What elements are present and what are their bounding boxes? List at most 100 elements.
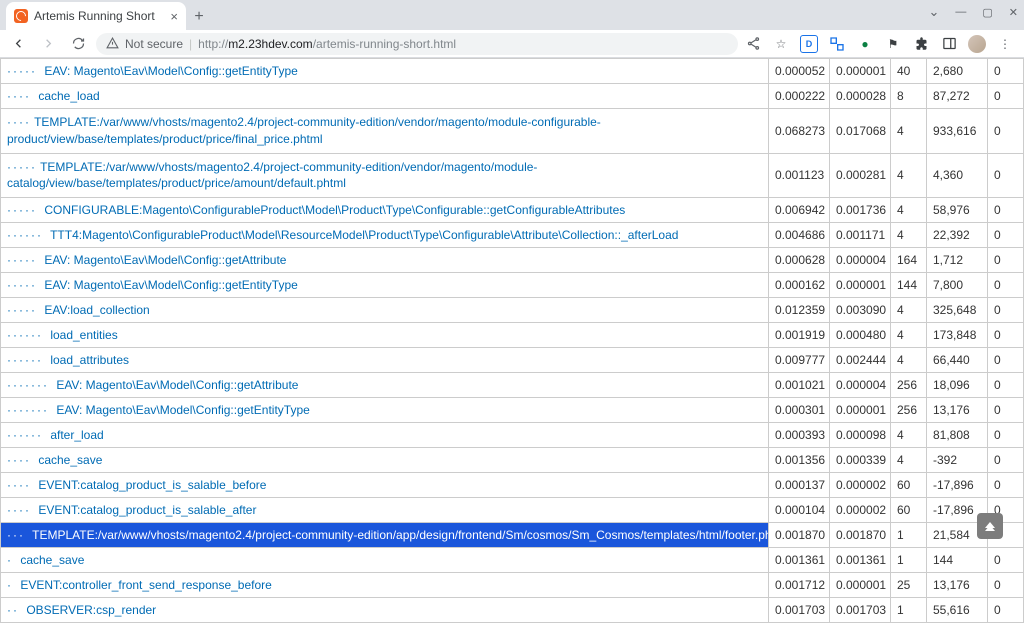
profiler-name-cell[interactable]: · cache_save <box>1 548 769 573</box>
profiler-avg-cell: 0.000281 <box>830 153 891 198</box>
translate-icon[interactable] <box>828 35 846 53</box>
profiler-time-cell: 0.004686 <box>769 223 830 248</box>
table-row: ····· EAV: Magento\Eav\Model\Config::get… <box>1 273 1024 298</box>
profiler-mem-cell: 325,648 <box>927 298 988 323</box>
profiler-name-cell[interactable]: ····· TEMPLATE:/var/www/vhosts/magento2.… <box>1 153 769 198</box>
profiler-count-cell: 25 <box>891 573 927 598</box>
profiler-name-cell[interactable]: ···· cache_save <box>1 448 769 473</box>
extensions-icon[interactable] <box>912 35 930 53</box>
table-row: · cache_save0.0013610.00136111440 <box>1 548 1024 573</box>
profiler-name-cell[interactable]: ···· TEMPLATE:/var/www/vhosts/magento2.4… <box>1 109 769 154</box>
table-row: ····· EAV:load_collection0.0123590.00309… <box>1 298 1024 323</box>
profiler-realmem-cell: 0 <box>988 548 1024 573</box>
profiler-time-cell: 0.006942 <box>769 198 830 223</box>
profiler-avg-cell: 0.001171 <box>830 223 891 248</box>
profiler-mem-cell: 66,440 <box>927 348 988 373</box>
profiler-count-cell: 4 <box>891 109 927 154</box>
profiler-name-cell[interactable]: ···· EVENT:catalog_product_is_salable_be… <box>1 473 769 498</box>
table-row: ···· TEMPLATE:/var/www/vhosts/magento2.4… <box>1 109 1024 154</box>
profiler-realmem-cell: 0 <box>988 373 1024 398</box>
extension-d-icon[interactable]: D <box>800 35 818 53</box>
profiler-name-cell[interactable]: ····· CONFIGURABLE:Magento\ConfigurableP… <box>1 198 769 223</box>
profiler-name-cell[interactable]: ··· TEMPLATE:/var/www/vhosts/magento2.4/… <box>1 523 769 548</box>
profiler-mem-cell: 58,976 <box>927 198 988 223</box>
profiler-time-cell: 0.000104 <box>769 498 830 523</box>
profiler-count-cell: 60 <box>891 498 927 523</box>
profiler-mem-cell: 13,176 <box>927 398 988 423</box>
profiler-count-cell: 4 <box>891 448 927 473</box>
url-bar[interactable]: Not secure | http://m2.23hdev.com/artemi… <box>96 33 738 55</box>
profiler-mem-cell: 173,848 <box>927 323 988 348</box>
profiler-time-cell: 0.009777 <box>769 348 830 373</box>
extension-circle-icon[interactable]: ● <box>856 35 874 53</box>
profiler-avg-cell: 0.002444 <box>830 348 891 373</box>
profiler-name-cell[interactable]: ······· EAV: Magento\Eav\Model\Config::g… <box>1 398 769 423</box>
profiler-avg-cell: 0.000028 <box>830 84 891 109</box>
table-row: ······· EAV: Magento\Eav\Model\Config::g… <box>1 398 1024 423</box>
profiler-count-cell: 4 <box>891 348 927 373</box>
minimize-icon[interactable]: — <box>955 6 966 18</box>
profiler-avg-cell: 0.000001 <box>830 273 891 298</box>
profiler-mem-cell: 81,808 <box>927 423 988 448</box>
reload-button[interactable] <box>66 32 90 56</box>
close-icon[interactable]: × <box>170 9 178 24</box>
close-window-icon[interactable]: ✕ <box>1009 6 1018 19</box>
maximize-icon[interactable]: ▢ <box>982 6 992 19</box>
browser-tab-active[interactable]: Artemis Running Short × <box>6 2 186 30</box>
profiler-count-cell: 4 <box>891 153 927 198</box>
profiler-avg-cell: 0.001736 <box>830 198 891 223</box>
security-label: Not secure <box>125 37 183 51</box>
menu-icon[interactable]: ⋮ <box>996 35 1014 53</box>
profiler-count-cell: 60 <box>891 473 927 498</box>
profiler-realmem-cell: 0 <box>988 109 1024 154</box>
side-panel-icon[interactable] <box>940 35 958 53</box>
profiler-name-cell[interactable]: ·· OBSERVER:csp_render <box>1 598 769 623</box>
profiler-name-cell[interactable]: ······· EAV: Magento\Eav\Model\Config::g… <box>1 373 769 398</box>
profiler-name-cell[interactable]: ···· cache_load <box>1 84 769 109</box>
profiler-count-cell: 4 <box>891 323 927 348</box>
profiler-mem-cell: 144 <box>927 548 988 573</box>
profiler-realmem-cell: 0 <box>988 473 1024 498</box>
profiler-name-cell[interactable]: ······ load_attributes <box>1 348 769 373</box>
profiler-count-cell: 4 <box>891 423 927 448</box>
profiler-name-cell[interactable]: ····· EAV: Magento\Eav\Model\Config::get… <box>1 248 769 273</box>
profiler-realmem-cell: 0 <box>988 153 1024 198</box>
profiler-name-cell[interactable]: ····· EAV:load_collection <box>1 298 769 323</box>
profile-avatar[interactable] <box>968 35 986 53</box>
profiler-table: ····· EAV: Magento\Eav\Model\Config::get… <box>0 58 1024 623</box>
profiler-time-cell: 0.001361 <box>769 548 830 573</box>
table-row: ······ TTT4:Magento\ConfigurableProduct\… <box>1 223 1024 248</box>
share-icon[interactable] <box>744 35 762 53</box>
url-text: http://m2.23hdev.com/artemis-running-sho… <box>198 37 456 51</box>
profiler-name-cell[interactable]: · EVENT:controller_front_send_response_b… <box>1 573 769 598</box>
back-button[interactable] <box>6 32 30 56</box>
profiler-time-cell: 0.000222 <box>769 84 830 109</box>
profiler-name-cell[interactable]: ····· EAV: Magento\Eav\Model\Config::get… <box>1 273 769 298</box>
chevron-down-icon[interactable]: ⌄ <box>928 4 939 20</box>
scroll-to-top-button[interactable] <box>977 513 1003 539</box>
star-icon[interactable]: ☆ <box>772 35 790 53</box>
toolbar-icons: ☆ D ● ⚑ ⋮ <box>744 35 1018 53</box>
forward-button[interactable] <box>36 32 60 56</box>
profiler-count-cell: 164 <box>891 248 927 273</box>
profiler-name-cell[interactable]: ······ after_load <box>1 423 769 448</box>
profiler-name-cell[interactable]: ···· EVENT:catalog_product_is_salable_af… <box>1 498 769 523</box>
profiler-name-cell[interactable]: ····· EAV: Magento\Eav\Model\Config::get… <box>1 59 769 84</box>
profiler-avg-cell: 0.000480 <box>830 323 891 348</box>
profiler-realmem-cell: 0 <box>988 198 1024 223</box>
profiler-name-cell[interactable]: ······ TTT4:Magento\ConfigurableProduct\… <box>1 223 769 248</box>
profiler-name-cell[interactable]: ······ load_entities <box>1 323 769 348</box>
new-tab-button[interactable]: + <box>186 4 212 30</box>
profiler-avg-cell: 0.000004 <box>830 248 891 273</box>
profiler-avg-cell: 0.001870 <box>830 523 891 548</box>
profiler-mem-cell: 7,800 <box>927 273 988 298</box>
table-row: ···· EVENT:catalog_product_is_salable_be… <box>1 473 1024 498</box>
warning-icon <box>106 37 119 50</box>
table-row: ······ load_attributes0.0097770.00244446… <box>1 348 1024 373</box>
profiler-avg-cell: 0.001703 <box>830 598 891 623</box>
flag-icon[interactable]: ⚑ <box>884 35 902 53</box>
profiler-count-cell: 8 <box>891 84 927 109</box>
profiler-count-cell: 40 <box>891 59 927 84</box>
profiler-avg-cell: 0.000001 <box>830 59 891 84</box>
profiler-mem-cell: -392 <box>927 448 988 473</box>
